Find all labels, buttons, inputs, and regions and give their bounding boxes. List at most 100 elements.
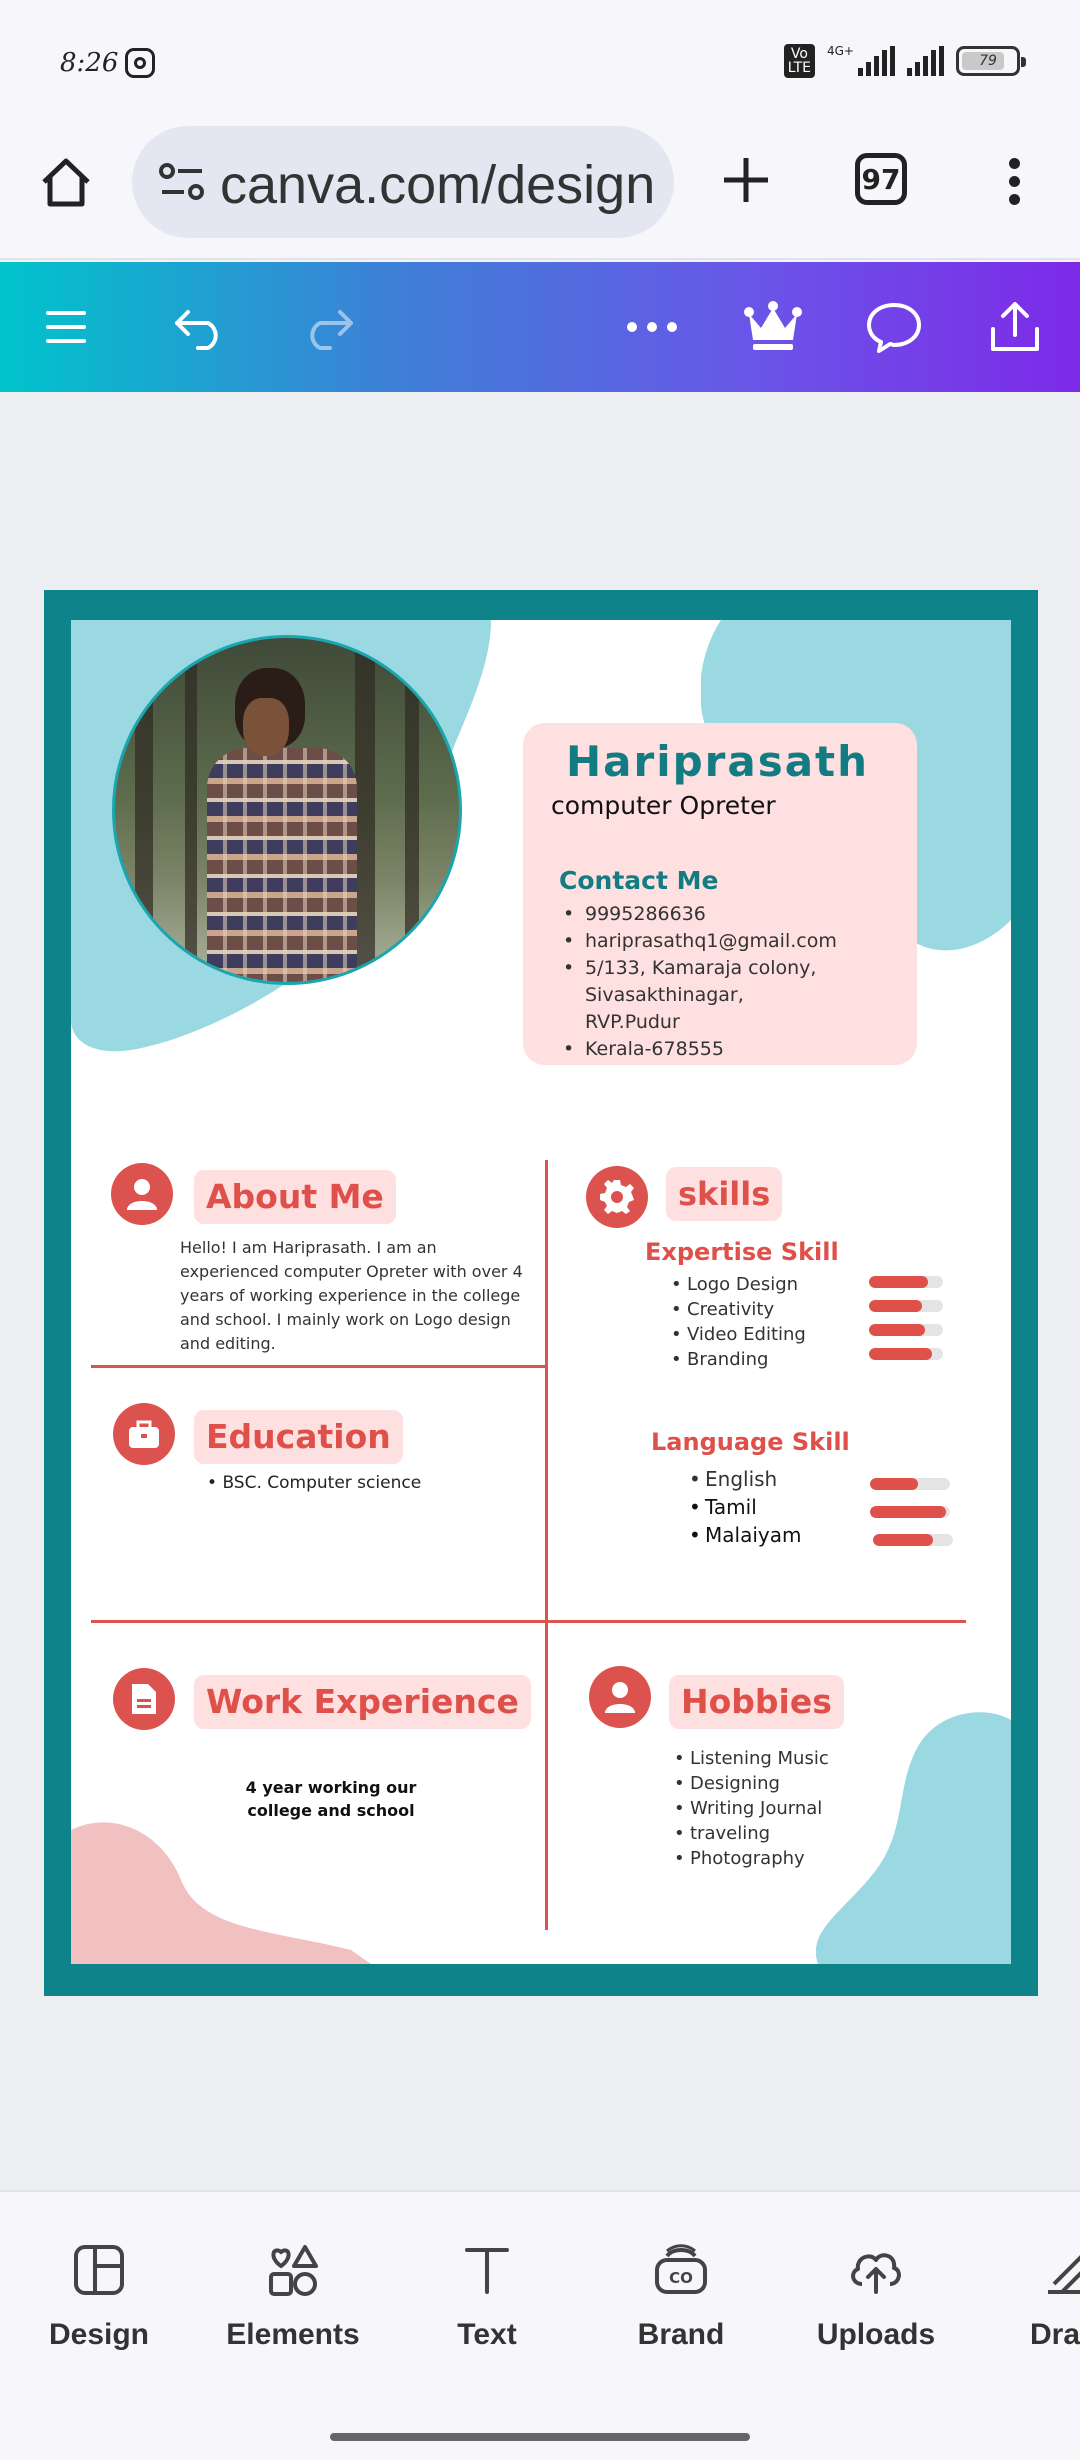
language-bar [873, 1534, 953, 1546]
hobbies-list: Listening Music Designing Writing Journa… [674, 1746, 829, 1871]
draw-label: Draw [1030, 2318, 1080, 2351]
signal-icon-2 [907, 46, 944, 76]
text-label: Text [457, 2318, 517, 2351]
network-type: 4G+ [827, 44, 854, 58]
contact-list: 9995286636 hariprasathq1@gmail.com 5/133… [563, 901, 913, 1063]
hobby-item: Photography [674, 1846, 829, 1871]
bottom-toolbar: Design Elements Text CO Brand Uploads Dr… [0, 2190, 1080, 2460]
text-icon [465, 2248, 509, 2294]
draw-tab[interactable]: Draw [990, 2242, 1080, 2352]
language-title: Language Skill [651, 1428, 850, 1456]
elements-tab[interactable]: Elements [213, 2242, 373, 2352]
document-icon [113, 1668, 175, 1730]
text-tab[interactable]: Text [407, 2242, 567, 2352]
elements-label: Elements [226, 2318, 360, 2351]
decorative-blob-bottom-right [816, 1712, 1011, 1964]
divider-vertical [545, 1160, 548, 1930]
person-name: Hariprasath [566, 737, 870, 786]
expertise-title: Expertise Skill [645, 1238, 839, 1266]
plus-icon [724, 158, 768, 202]
contact-title: Contact Me [559, 866, 719, 895]
design-label: Design [48, 2318, 150, 2351]
crown-icon[interactable] [743, 297, 803, 357]
uploads-icon [851, 2253, 901, 2294]
skills-title: skills [666, 1167, 783, 1221]
undo-icon[interactable] [170, 297, 230, 357]
person-icon [589, 1666, 651, 1728]
uploads-tab[interactable]: Uploads [796, 2242, 956, 2352]
gear-icon [586, 1166, 648, 1228]
contact-email: hariprasathq1@gmail.com [563, 928, 913, 955]
skill-branding: Branding [671, 1347, 806, 1372]
skill-bar [869, 1300, 943, 1312]
decorative-blob-bottom-left [71, 1822, 371, 1964]
about-text: Hello! I am Hariprasath. I am an experie… [180, 1238, 523, 1353]
skill-video-editing: Video Editing [671, 1322, 806, 1347]
divider-about-education [91, 1365, 546, 1368]
hobby-item: Writing Journal [674, 1796, 829, 1821]
svg-text:CO: CO [669, 2269, 693, 2287]
skill-bar [869, 1276, 943, 1288]
draw-icon [1048, 2255, 1080, 2294]
volte-icon: Vo LTE [783, 44, 815, 78]
address-bar[interactable]: canva.com/design [132, 126, 674, 238]
name-contact-card[interactable]: Hariprasath computer Opreter Contact Me … [523, 723, 917, 1065]
person-role: computer Opreter [551, 791, 776, 820]
contact-address: 5/133, Kamaraja colony, Sivasakthinagar,… [563, 955, 823, 1036]
hobbies-title: Hobbies [669, 1675, 844, 1729]
hobby-item: traveling [674, 1821, 829, 1846]
divider-middle [91, 1620, 966, 1623]
elements-icon [269, 2245, 318, 2296]
more-menu-icon[interactable] [1000, 158, 1028, 208]
tab-switcher-button[interactable]: 97 [855, 153, 907, 205]
language-english: English [689, 1465, 801, 1493]
skill-bar [869, 1348, 943, 1360]
uploads-label: Uploads [816, 2318, 936, 2351]
hobby-item: Listening Music [674, 1746, 829, 1771]
new-tab-button[interactable] [716, 150, 776, 210]
signal-icon [858, 46, 895, 76]
hamburger-menu-icon[interactable] [36, 297, 96, 357]
skill-logo-design: Logo Design [671, 1272, 806, 1297]
status-icons: Vo LTE 4G+ 79 [783, 44, 1026, 78]
skill-creativity: Creativity [671, 1297, 806, 1322]
status-time: 8:26 [60, 48, 119, 78]
about-title: About Me [194, 1170, 396, 1224]
user-icon [111, 1163, 173, 1225]
work-text: 4 year working our college and school [245, 1778, 417, 1820]
instagram-icon [125, 48, 155, 78]
language-tamil: Tamil [689, 1493, 801, 1521]
site-settings-icon [159, 163, 204, 200]
battery-icon: 79 [956, 46, 1026, 76]
url-text: canva.com/design [220, 155, 656, 215]
education-item: BSC. Computer science [207, 1473, 421, 1493]
hobby-item: Designing [674, 1771, 829, 1796]
profile-photo[interactable] [112, 635, 462, 985]
share-icon[interactable] [985, 297, 1045, 357]
brand-icon: CO [655, 2244, 707, 2294]
contact-phone: 9995286636 [563, 901, 913, 928]
skill-bar [869, 1324, 943, 1336]
contact-state: Kerala-678555 [563, 1036, 913, 1063]
language-list: English Tamil Malaiyam [689, 1465, 801, 1549]
more-options-icon[interactable] [622, 297, 682, 357]
battery-level: 79 [979, 53, 997, 69]
resume-page[interactable]: Hariprasath computer Opreter Contact Me … [71, 620, 1011, 1964]
home-icon [42, 158, 90, 207]
redo-icon[interactable] [298, 297, 358, 357]
language-bar [870, 1478, 950, 1490]
brand-label: Brand [637, 2318, 725, 2351]
design-tab[interactable]: Design [19, 2242, 179, 2352]
language-malaiyam: Malaiyam [689, 1521, 801, 1549]
expertise-list: Logo Design Creativity Video Editing Bra… [671, 1272, 806, 1372]
home-indicator [330, 2433, 750, 2441]
brand-tab[interactable]: CO Brand [601, 2242, 761, 2352]
browser-toolbar: canva.com/design 97 [0, 120, 1080, 260]
design-icon [74, 2245, 124, 2295]
education-title: Education [194, 1410, 403, 1464]
status-bar: 8:26 Vo LTE 4G+ 79 [0, 0, 1080, 120]
comment-icon[interactable] [864, 297, 924, 357]
briefcase-icon [113, 1403, 175, 1465]
editor-toolbar [0, 262, 1080, 392]
home-button[interactable] [36, 152, 96, 212]
